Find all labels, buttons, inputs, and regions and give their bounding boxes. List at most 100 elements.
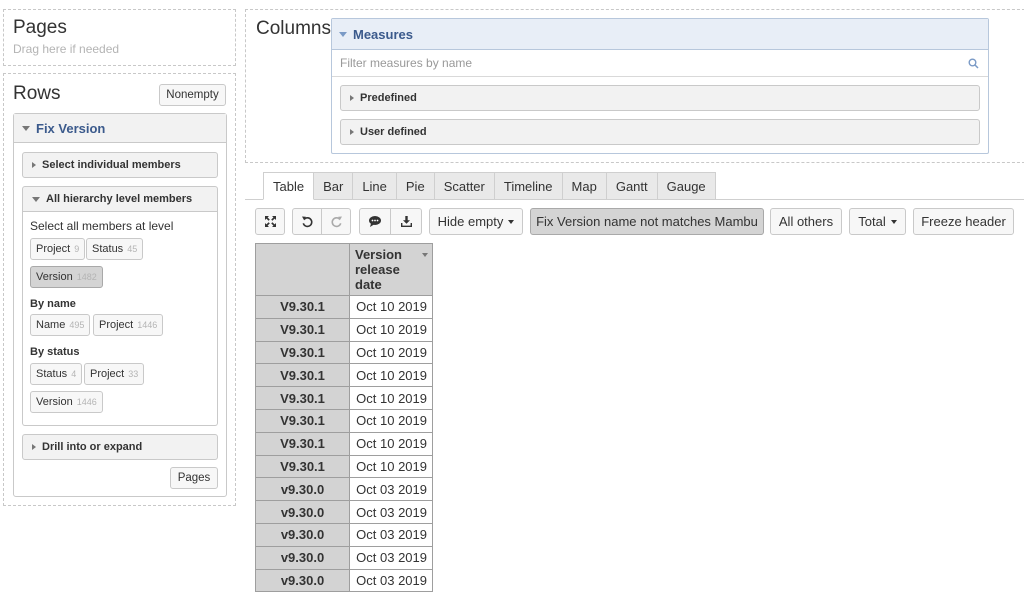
redo-button[interactable] — [321, 208, 351, 235]
chip-label: Status — [92, 243, 124, 255]
freeze-header-button[interactable]: Freeze header — [913, 208, 1014, 235]
chip-label: Version — [36, 396, 73, 408]
move-to-pages-button[interactable]: Pages — [170, 467, 218, 489]
chip-count: 4 — [71, 369, 77, 379]
by-name-chip-project[interactable]: Project 1446 — [93, 314, 164, 336]
measures-title: Measures — [353, 26, 413, 42]
row-value: Oct 03 2019 — [349, 477, 433, 502]
tab-scatter[interactable]: Scatter — [434, 172, 495, 200]
undo-icon — [301, 216, 312, 228]
row-member[interactable]: V9.30.1 — [255, 431, 350, 456]
filter-toggle-button[interactable]: Fix Version name not matches Mambu — [530, 208, 764, 235]
row-member[interactable]: V9.30.1 — [255, 408, 350, 433]
drill-into-or-expand-section[interactable]: Drill into or expand — [22, 434, 218, 460]
tab-gauge[interactable]: Gauge — [657, 172, 716, 200]
expand-caret-icon — [32, 444, 36, 450]
level-chip-version[interactable]: Version 1482 — [30, 266, 103, 288]
row-value: Oct 10 2019 — [349, 295, 433, 319]
row-value: Oct 03 2019 — [349, 568, 433, 592]
hide-empty-dropdown[interactable]: Hide empty — [429, 208, 523, 235]
filter-measures-input[interactable]: Filter measures by name — [332, 50, 988, 77]
by-status-chip-version[interactable]: Version 1446 — [30, 391, 103, 413]
chip-count: 495 — [69, 320, 85, 330]
dimension-title: Fix Version — [36, 120, 106, 136]
by-status-label: By status — [30, 346, 80, 358]
total-dropdown[interactable]: Total — [849, 208, 906, 235]
rows-drop-zone[interactable]: Rows Nonempty Fix Version Select individ… — [3, 73, 236, 506]
by-status-chip-project[interactable]: Project 33 — [84, 363, 145, 385]
undo-button[interactable] — [292, 208, 322, 235]
row-member[interactable]: V9.30.1 — [255, 386, 350, 410]
row-value: Oct 03 2019 — [349, 545, 433, 570]
nonempty-button[interactable]: Nonempty — [159, 84, 226, 106]
pages-drop-zone[interactable]: Pages Drag here if needed — [3, 9, 236, 66]
row-value: Oct 10 2019 — [349, 431, 433, 456]
chip-label: Name — [36, 319, 66, 331]
tab-map[interactable]: Map — [562, 172, 607, 200]
hierarchy-levels-panel: Select all members at level Project 9 Sta… — [22, 212, 218, 426]
level-chip-project[interactable]: Project 9 — [30, 238, 86, 260]
row-member[interactable]: v9.30.0 — [255, 500, 350, 524]
row-member[interactable]: V9.30.1 — [255, 340, 350, 365]
tab-bar[interactable]: Bar — [314, 172, 354, 200]
by-name-chip-name[interactable]: Name 495 — [30, 314, 91, 336]
column-header[interactable]: Version release date — [349, 243, 433, 296]
table-row: V9.30.1 Oct 10 2019 — [255, 408, 433, 433]
row-member[interactable]: v9.30.0 — [255, 568, 350, 592]
table-row: v9.30.0 Oct 03 2019 — [255, 500, 433, 524]
search-icon — [968, 58, 979, 69]
row-member[interactable]: V9.30.1 — [255, 317, 350, 342]
tab-line[interactable]: Line — [353, 172, 397, 200]
chevron-down-icon — [890, 219, 897, 224]
total-label: Total — [858, 214, 886, 229]
row-member[interactable]: v9.30.0 — [255, 477, 350, 502]
row-member[interactable]: v9.30.0 — [255, 522, 350, 547]
tab-pie[interactable]: Pie — [396, 172, 435, 200]
chip-count: 1482 — [76, 272, 97, 282]
all-hierarchy-level-members-label: All hierarchy level members — [46, 193, 193, 205]
row-member[interactable]: V9.30.1 — [255, 295, 350, 319]
all-others-button[interactable]: All others — [770, 208, 842, 235]
by-status-chip-status[interactable]: Status 4 — [30, 363, 83, 385]
table-header-row: Version release date — [255, 243, 433, 296]
row-value: Oct 03 2019 — [349, 500, 433, 524]
level-chip-status[interactable]: Status 45 — [86, 238, 144, 260]
row-value: Oct 10 2019 — [349, 454, 433, 479]
row-value: Oct 03 2019 — [349, 522, 433, 547]
row-member[interactable]: V9.30.1 — [255, 363, 350, 388]
table-row: V9.30.1 Oct 10 2019 — [255, 363, 433, 388]
chevron-down-icon — [508, 219, 515, 224]
collapse-caret-icon — [22, 125, 30, 131]
fix-version-header[interactable]: Fix Version — [14, 114, 226, 143]
comment-button[interactable] — [359, 208, 391, 235]
user-defined-measures-group[interactable]: User defined — [340, 119, 980, 145]
columns-drop-zone[interactable]: Columns Measures Filter measures by name… — [245, 9, 1024, 163]
filter-placeholder: Filter measures by name — [340, 56, 473, 70]
select-individual-members-section[interactable]: Select individual members — [22, 152, 218, 178]
row-value: Oct 10 2019 — [349, 363, 433, 388]
row-member[interactable]: v9.30.0 — [255, 545, 350, 570]
table-row: V9.30.1 Oct 10 2019 — [255, 386, 433, 410]
redo-icon — [331, 216, 342, 228]
chip-count: 45 — [127, 244, 138, 254]
row-value: Oct 10 2019 — [349, 317, 433, 342]
select-individual-members-label: Select individual members — [42, 159, 181, 171]
all-hierarchy-level-members-section[interactable]: All hierarchy level members — [22, 186, 218, 212]
tab-table[interactable]: Table — [263, 172, 315, 200]
column-header-label: Version release date — [355, 247, 402, 292]
chip-count: 1446 — [137, 320, 158, 330]
sort-caret-icon[interactable] — [422, 253, 428, 257]
comment-icon — [369, 216, 381, 227]
measures-header[interactable]: Measures — [332, 19, 988, 50]
select-all-label: Select all members at level — [30, 219, 174, 233]
download-button[interactable] — [390, 208, 422, 235]
row-member[interactable]: V9.30.1 — [255, 454, 350, 479]
chip-count: 9 — [74, 244, 80, 254]
fix-version-dimension: Fix Version Select individual members Al… — [13, 113, 227, 497]
columns-title: Columns — [256, 18, 331, 39]
predefined-measures-group[interactable]: Predefined — [340, 85, 980, 111]
fullscreen-button[interactable] — [255, 208, 285, 235]
tab-gantt[interactable]: Gantt — [606, 172, 658, 200]
tab-timeline[interactable]: Timeline — [494, 172, 563, 200]
table-row: V9.30.1 Oct 10 2019 — [255, 295, 433, 319]
